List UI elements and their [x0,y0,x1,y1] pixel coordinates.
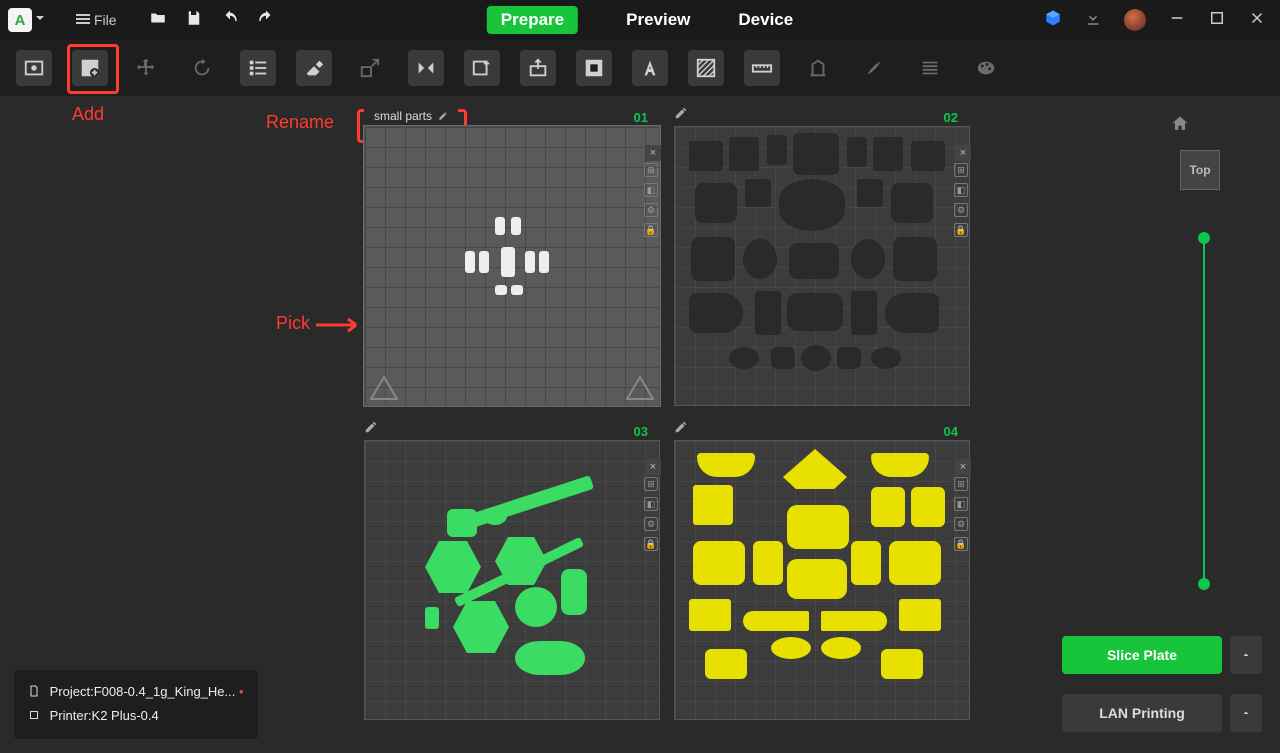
tool-measure-icon[interactable] [744,50,780,86]
redo-icon[interactable] [257,9,275,32]
undo-icon[interactable] [221,9,239,32]
user-avatar[interactable] [1124,9,1146,31]
zoom-handle-bottom[interactable] [1198,578,1210,590]
plate-arrange-icon[interactable]: ⊞ [644,163,658,177]
plate-arrange-icon[interactable]: ⊞ [644,477,658,491]
plate-settings-icon[interactable]: ⚙ [954,517,968,531]
tool-export-icon[interactable] [520,50,556,86]
lan-printing-options-button[interactable] [1230,694,1262,732]
plate-close-icon[interactable]: × [645,145,661,161]
open-icon[interactable] [149,9,167,32]
printer-icon [28,709,40,721]
tool-support-icon[interactable] [800,50,836,86]
status-panel: Project:F008-0.4_1g_King_He... • Printer… [14,670,258,739]
tool-add-box-icon[interactable] [464,50,500,86]
plate-lock-icon[interactable]: 🔒 [644,537,658,551]
file-menu[interactable]: File [76,12,117,28]
plate-orient-icon[interactable]: ◧ [954,183,968,197]
tool-paint-icon[interactable] [968,50,1004,86]
plate-04[interactable]: 04 × ⊞ ◧ ⚙ 🔒 [674,424,970,724]
plate-03[interactable]: 03 × ⊞ ◧ ⚙ 🔒 [364,424,660,724]
tool-hollow-icon[interactable] [576,50,612,86]
plate-settings-icon[interactable]: ⚙ [954,203,968,217]
tool-add-plate-icon[interactable] [72,50,108,86]
tool-hatch-icon[interactable] [688,50,724,86]
plate-number: 03 [634,424,648,439]
download-icon[interactable] [1084,9,1102,32]
slice-options-button[interactable] [1230,636,1262,674]
title-bar: A File Prepare Preview Device [0,0,1280,40]
tool-list-icon[interactable] [240,50,276,86]
plate-02[interactable]: 02 × ⊞ ◧ ⚙ 🔒 [674,110,970,410]
plate-settings-icon[interactable]: ⚙ [644,517,658,531]
slice-button[interactable]: Slice Plate [1062,636,1222,674]
plate-name: small parts [374,109,432,123]
tab-device[interactable]: Device [738,10,793,30]
app-logo-icon[interactable]: A [8,8,32,32]
tool-brush-icon[interactable] [856,50,892,86]
plate-orient-icon[interactable]: ◧ [644,497,658,511]
close-icon[interactable] [1248,9,1266,32]
warning-icon [625,375,655,401]
tool-scale-icon[interactable] [352,50,388,86]
file-menu-label: File [94,12,117,28]
view-cube[interactable]: Top [1180,150,1220,190]
home-icon[interactable] [1170,114,1190,134]
cube-icon[interactable] [1044,9,1062,32]
tool-text-icon[interactable] [632,50,668,86]
plate-lock-icon[interactable]: 🔒 [954,537,968,551]
zoom-slider[interactable] [1203,238,1205,584]
pencil-icon[interactable] [364,420,378,434]
status-project: Project:F008-0.4_1g_King_He... • [28,680,244,705]
lan-printing-button[interactable]: LAN Printing [1062,694,1222,732]
pencil-icon[interactable] [674,420,688,434]
pencil-icon [438,111,448,121]
save-icon[interactable] [185,9,203,32]
plate-orient-icon[interactable]: ◧ [644,183,658,197]
maximize-icon[interactable] [1208,9,1226,32]
plate-number: 01 [634,110,648,125]
plate-orient-icon[interactable]: ◧ [954,497,968,511]
plate-close-icon[interactable]: × [955,459,971,475]
tool-move-icon[interactable] [128,50,164,86]
main-area: 01 small parts × ⊞ ◧ ⚙ 🔒 [0,96,1280,753]
plate-lock-icon[interactable]: 🔒 [644,223,658,237]
tab-prepare[interactable]: Prepare [487,6,578,34]
plate-close-icon[interactable]: × [955,145,971,161]
zoom-handle-top[interactable] [1198,232,1210,244]
plate-arrange-icon[interactable]: ⊞ [954,477,968,491]
plate-name-tag[interactable]: small parts [364,106,458,126]
plate-number: 02 [944,110,958,125]
plate-settings-icon[interactable]: ⚙ [644,203,658,217]
tab-preview[interactable]: Preview [626,10,690,30]
plate-01[interactable]: 01 small parts × ⊞ ◧ ⚙ 🔒 [364,110,660,410]
tool-rotate-icon[interactable] [184,50,220,86]
toolbar [0,40,1280,96]
plate-lock-icon[interactable]: 🔒 [954,223,968,237]
plate-arrange-icon[interactable]: ⊞ [954,163,968,177]
tool-lines-icon[interactable] [912,50,948,86]
unsaved-indicator-icon: • [239,684,244,699]
minimize-icon[interactable] [1168,9,1186,32]
status-printer: Printer:K2 Plus-0.4 [28,704,244,729]
plate-close-icon[interactable]: × [645,459,661,475]
pencil-icon[interactable] [674,106,688,120]
tool-erase-icon[interactable] [296,50,332,86]
warning-icon [369,375,399,401]
document-icon [28,685,40,697]
tool-mirror-icon[interactable] [408,50,444,86]
tool-capture-icon[interactable] [16,50,52,86]
plate-number: 04 [944,424,958,439]
